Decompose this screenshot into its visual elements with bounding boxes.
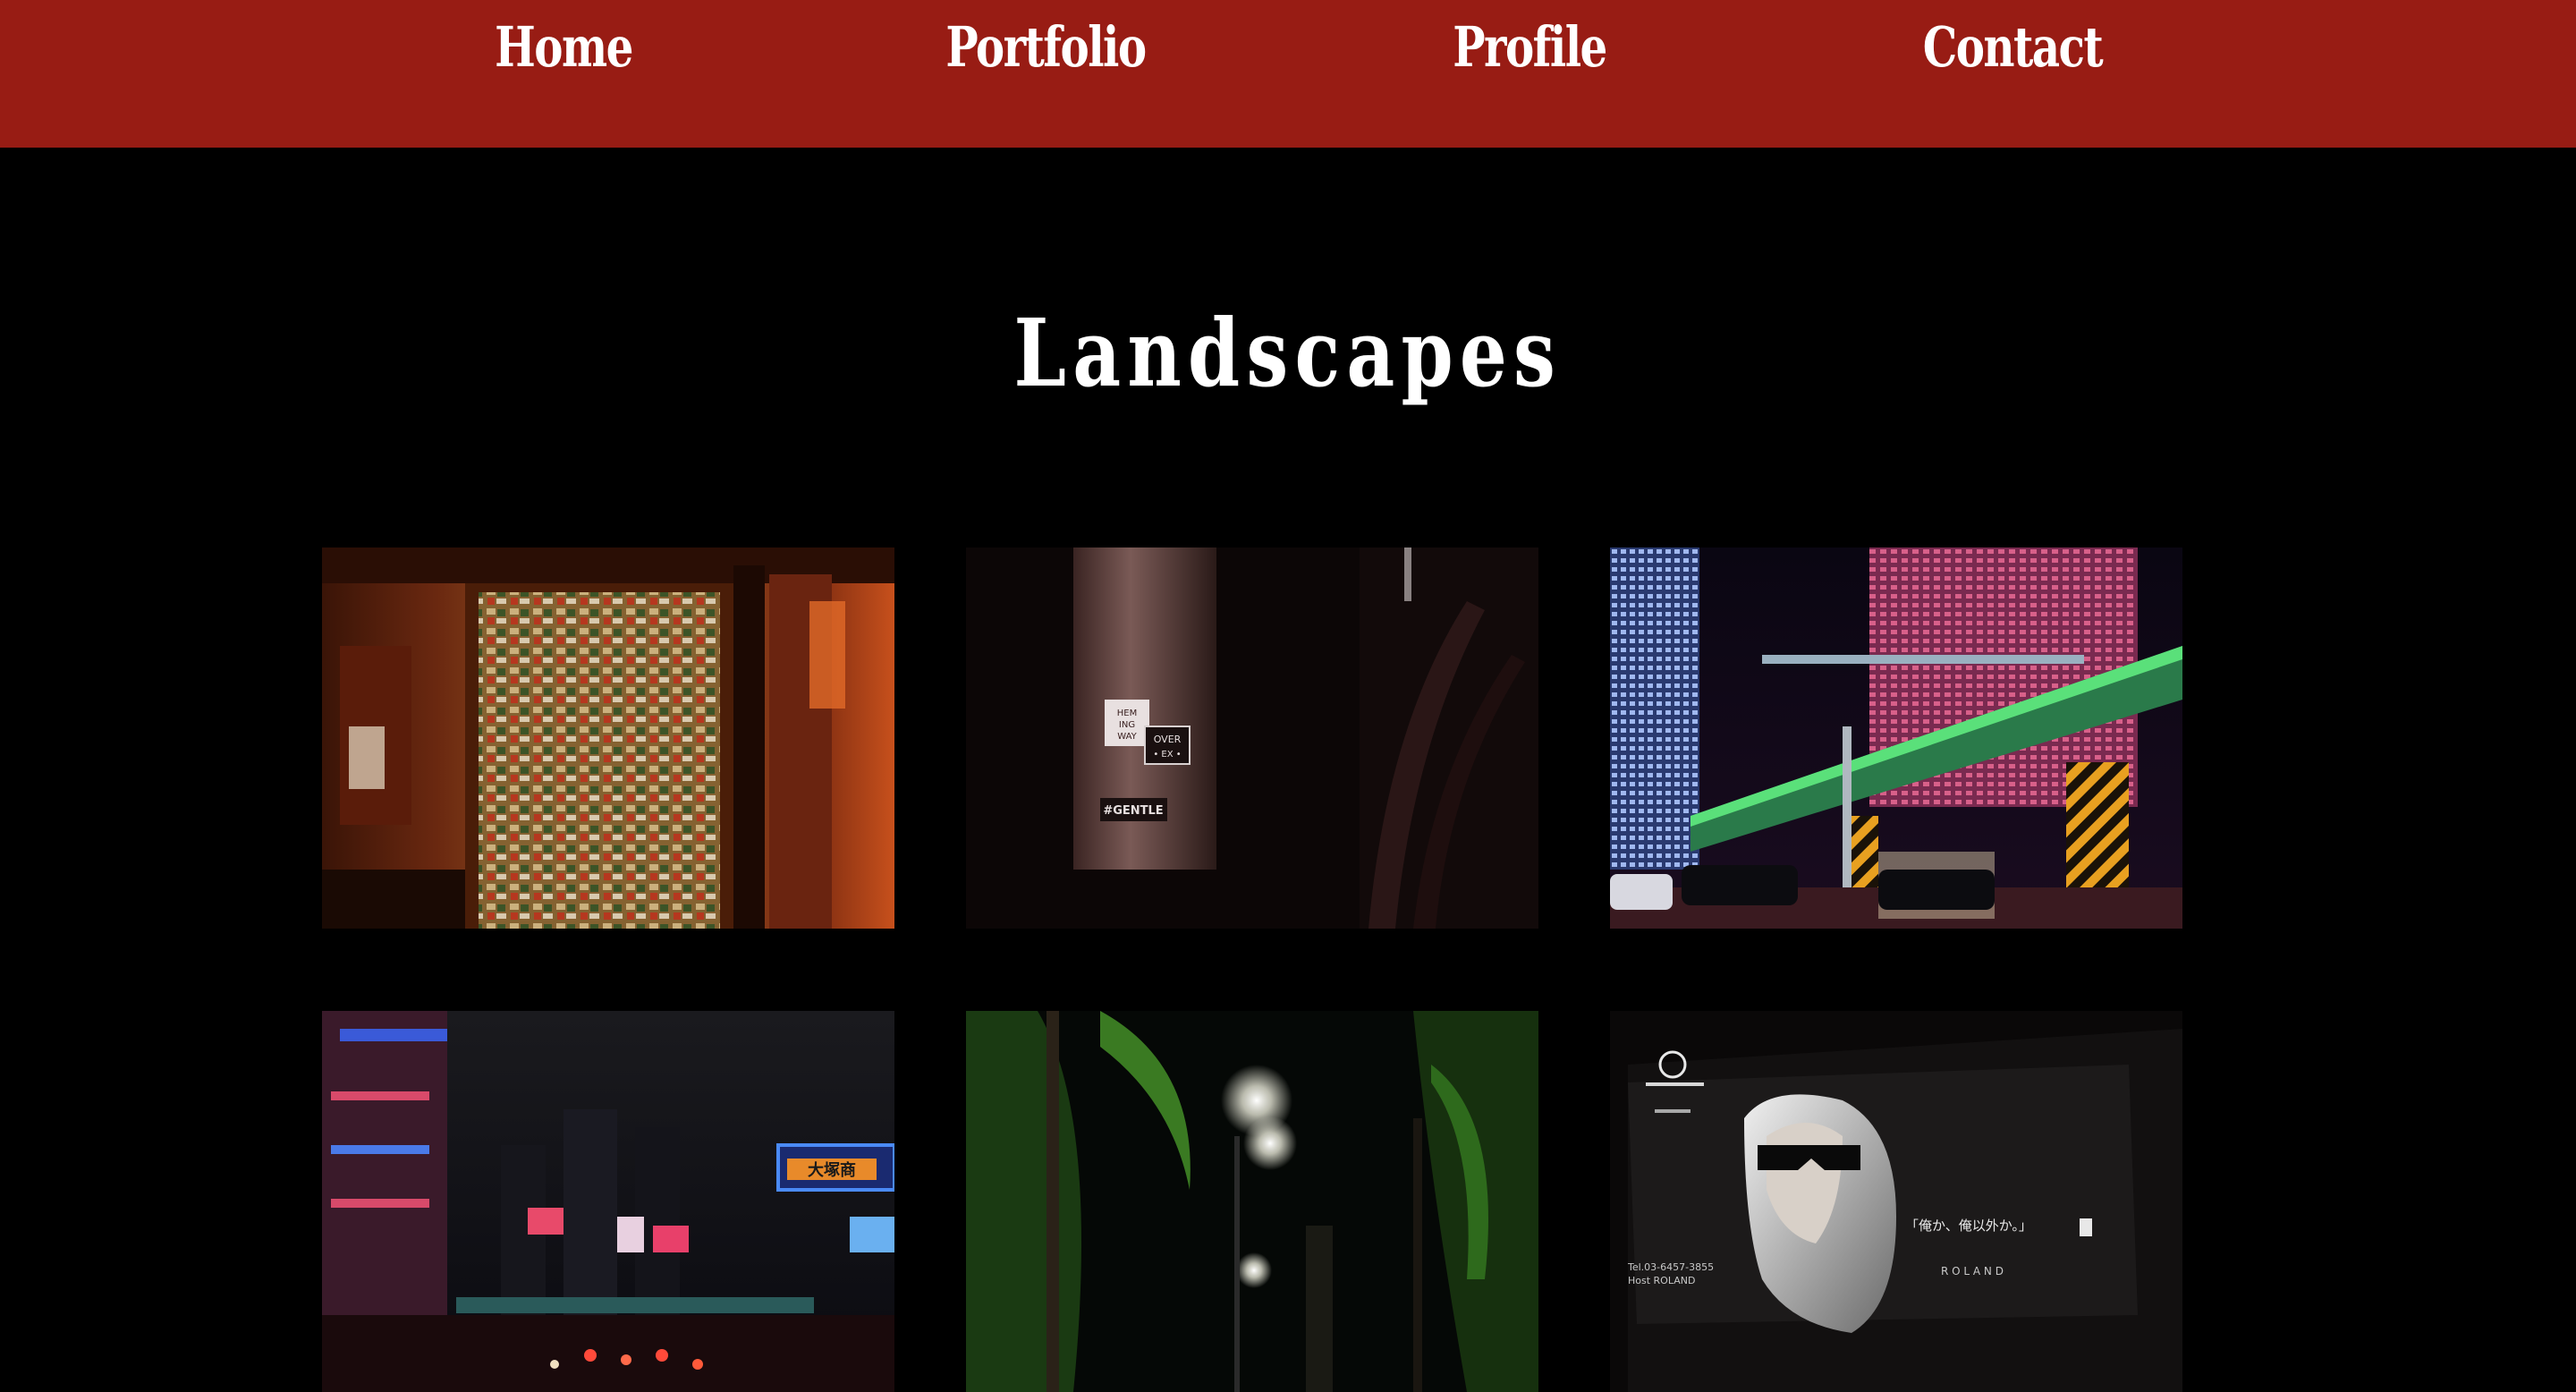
page-title: Landscapes [1013,298,1563,408]
svg-text:「俺か、俺以外か。」: 「俺か、俺以外か。」 [1905,1218,2032,1234]
svg-text:WAY: WAY [1117,732,1137,742]
nav-link-portfolio[interactable]: Portfolio [906,7,1185,88]
svg-text:• EX •: • EX • [1153,750,1181,760]
gallery-photo-pipe-stickers[interactable]: HEM ING WAY OVER • EX • #GENTLE [966,547,1538,929]
gallery-photo-railway-bridge[interactable] [1610,547,2182,929]
gallery-photo-street-lamps[interactable] [966,1011,1538,1392]
gallery-photo-sticker-wall[interactable] [322,547,894,929]
gallery-photo-neon-street[interactable]: 大塚商 [322,1011,894,1392]
svg-text:#GENTLE: #GENTLE [1103,804,1163,818]
svg-text:HEM: HEM [1117,709,1137,718]
top-navigation-bar: Home Portfolio Profile Contact [0,0,2576,148]
nav-link-home[interactable]: Home [424,7,703,88]
svg-text:OVER: OVER [1154,734,1182,745]
svg-text:R O L A N D: R O L A N D [1941,1265,2004,1277]
svg-text:Tel.03-6457-3855: Tel.03-6457-3855 [1627,1261,1714,1273]
svg-text:ING: ING [1119,720,1135,730]
nav-link-contact[interactable]: Contact [1873,7,2152,88]
nav-link-profile[interactable]: Profile [1390,7,1669,88]
svg-text:Host ROLAND: Host ROLAND [1628,1275,1695,1286]
gallery-photo-billboard[interactable]: Tel.03-6457-3855 Host ROLAND 「俺か、俺以外か。」 … [1610,1011,2182,1392]
svg-text:大塚商: 大塚商 [808,1160,856,1180]
